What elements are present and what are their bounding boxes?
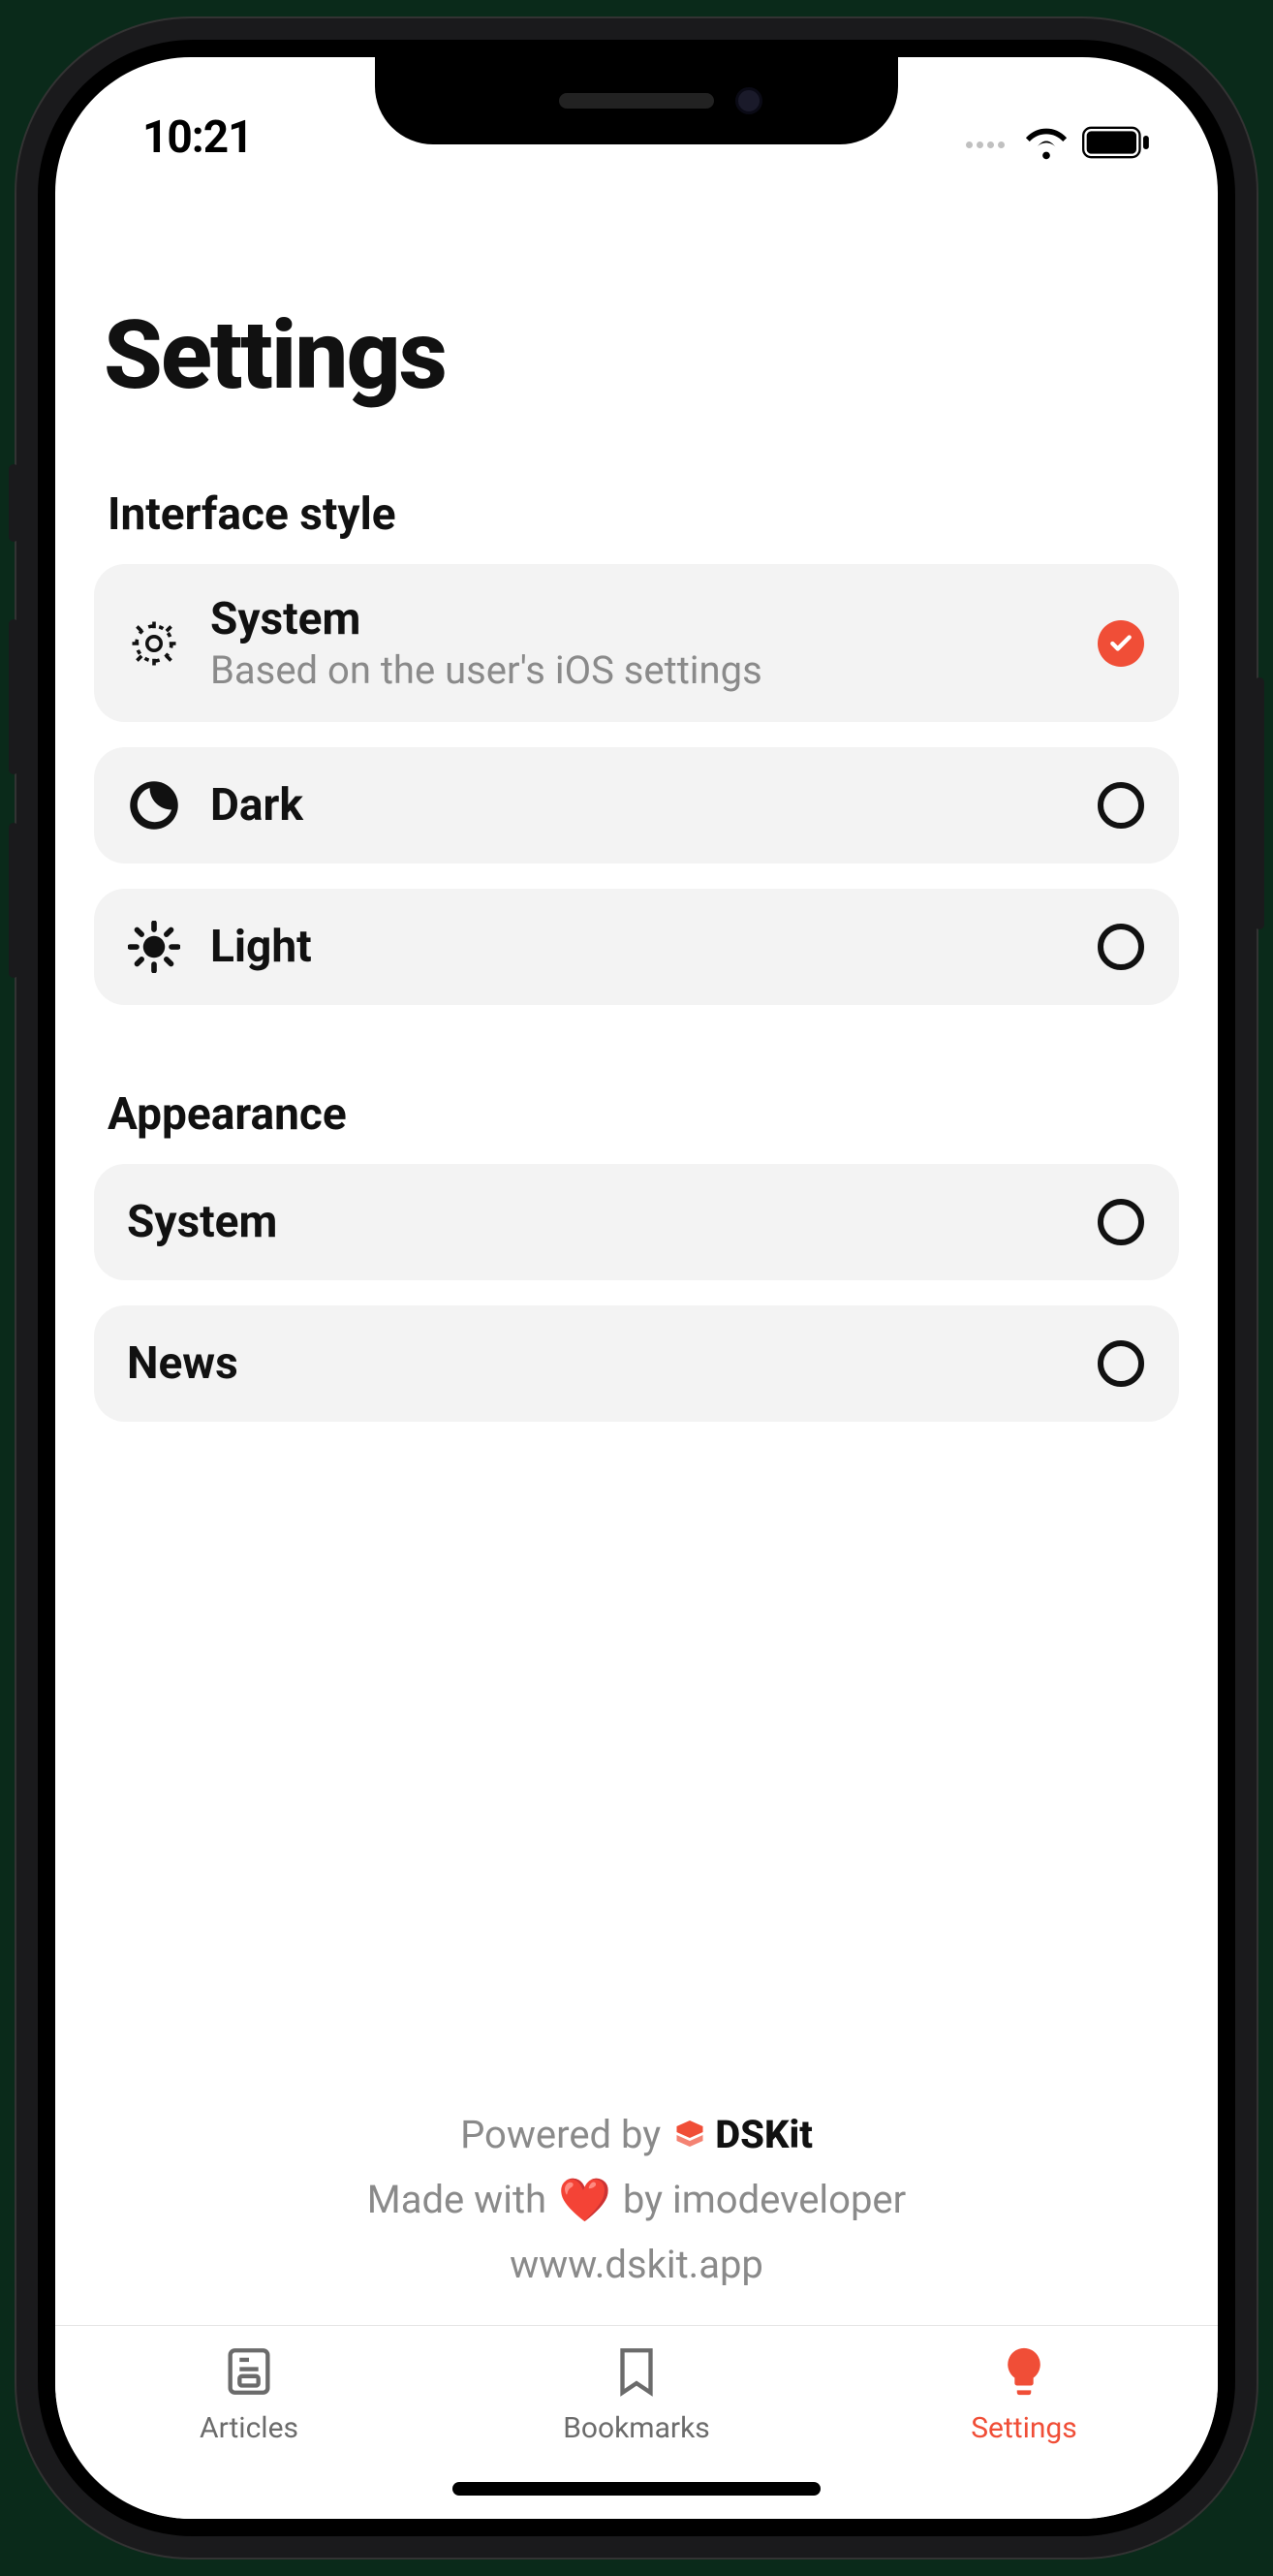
option-title: System [210, 593, 1067, 645]
checkmark-icon [1098, 620, 1144, 667]
dskit-logo: DSKit [672, 2104, 813, 2166]
footer-url: www.dskit.app [510, 2234, 763, 2296]
option-title: System [127, 1196, 1067, 1248]
radio-unselected[interactable] [1096, 1338, 1146, 1389]
tab-articles[interactable]: Articles [55, 2326, 443, 2519]
device-notch [375, 57, 898, 144]
option-appearance-news[interactable]: News [94, 1305, 1179, 1422]
battery-icon [1082, 126, 1150, 163]
option-subtitle: Based on the user's iOS settings [210, 647, 1067, 693]
option-system[interactable]: System Based on the user's iOS settings [94, 564, 1179, 722]
tab-settings[interactable]: Settings [830, 2326, 1218, 2519]
radio-unselected[interactable] [1096, 1197, 1146, 1247]
option-title: Light [210, 921, 1067, 973]
option-light[interactable]: Light [94, 889, 1179, 1005]
section-header-appearance: Appearance [108, 1088, 1179, 1141]
sun-icon [127, 920, 181, 974]
option-title: News [127, 1337, 1067, 1390]
gear-icon [127, 616, 181, 671]
footer-powered-prefix: Powered by [460, 2104, 661, 2166]
tab-label: Settings [971, 2411, 1077, 2445]
wifi-icon [1024, 125, 1069, 164]
status-time: 10:21 [142, 111, 253, 164]
lightbulb-icon [996, 2343, 1052, 2403]
option-dark[interactable]: Dark [94, 747, 1179, 864]
radio-unselected[interactable] [1096, 922, 1146, 972]
moon-icon [127, 778, 181, 832]
option-title: Dark [210, 779, 1067, 832]
heart-icon: ❤️ [558, 2166, 611, 2234]
footer-credits: Powered by DSKit Made with ❤️ by imodeve… [94, 2104, 1179, 2325]
bookmark-icon [608, 2343, 665, 2403]
option-appearance-system[interactable]: System [94, 1164, 1179, 1280]
footer-made-suffix: by imodeveloper [623, 2169, 906, 2231]
footer-made-prefix: Made with [367, 2169, 546, 2231]
page-title: Settings [104, 299, 1179, 411]
status-icons [966, 125, 1150, 164]
tab-label: Articles [200, 2411, 298, 2445]
home-indicator[interactable] [452, 2482, 821, 2496]
radio-unselected[interactable] [1096, 780, 1146, 831]
articles-icon [221, 2343, 277, 2403]
section-header-interface-style: Interface style [108, 488, 1179, 541]
tab-label: Bookmarks [563, 2411, 710, 2445]
cellular-dots-icon [966, 141, 1005, 148]
radio-selected[interactable] [1096, 618, 1146, 669]
